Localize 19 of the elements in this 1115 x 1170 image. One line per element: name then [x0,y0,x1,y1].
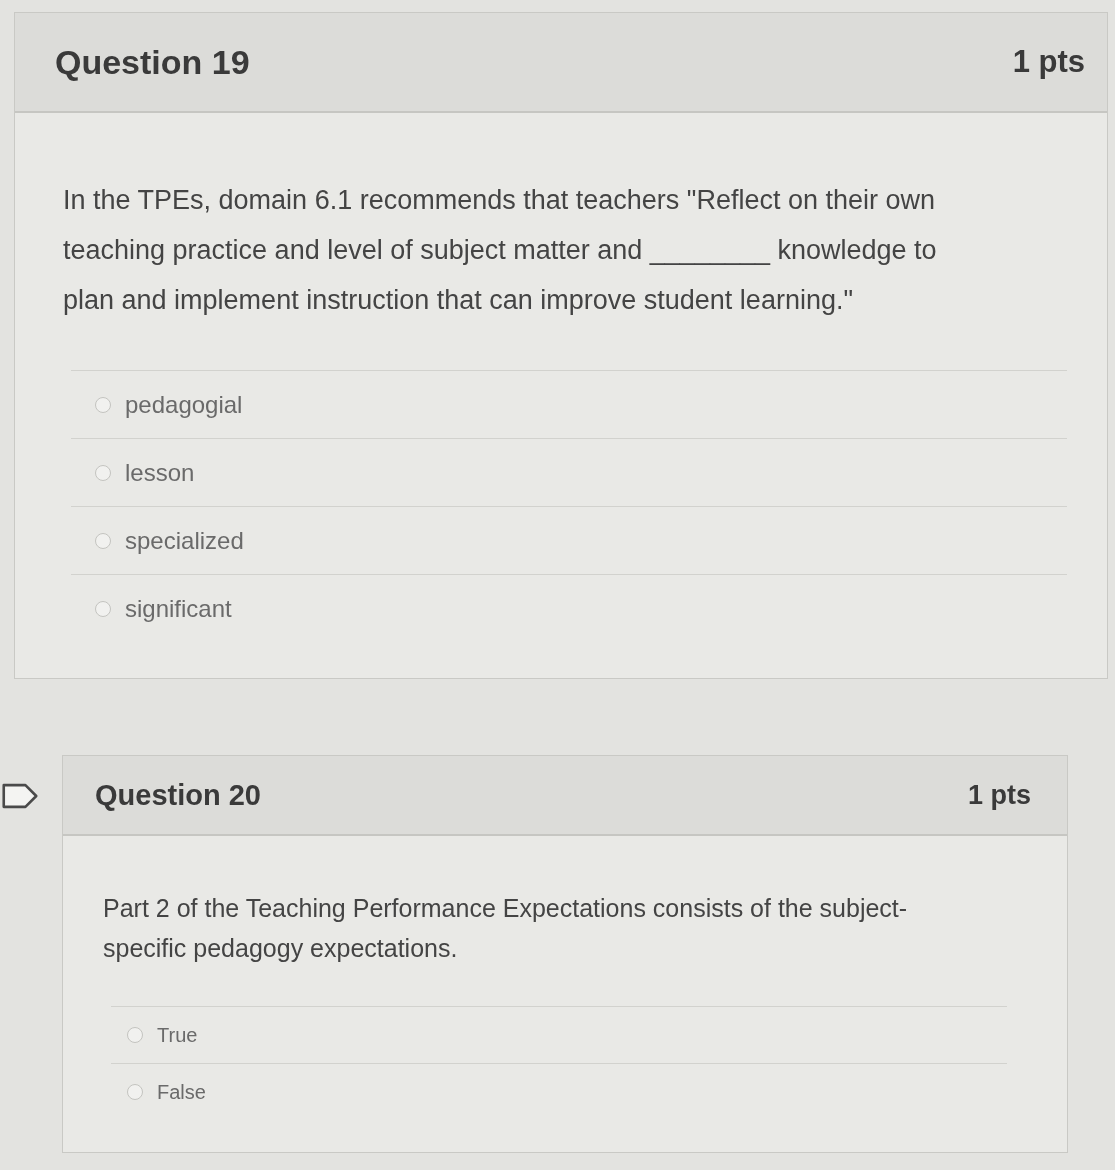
question-title: Question 20 [95,778,261,812]
radio-button[interactable] [127,1027,143,1043]
flag-icon[interactable] [0,783,40,809]
question-points: 1 pts [1012,44,1085,80]
question-text: In the TPEs, domain 6.1 recommends that teachers "Reflect on their own teaching practice and level of subject matter and ________ knowledge to plan and implement instruction that can improve student learning." [63,184,938,317]
radio-button[interactable] [95,532,111,549]
answer-label[interactable]: significant [125,594,232,623]
answer-label[interactable]: pedagogial [125,390,243,419]
answer-label[interactable]: lesson [125,458,195,487]
answer-label[interactable]: False [157,1080,206,1104]
question-text: Part 2 of the Teaching Performance Expectations consists of the subject-specific pedagogy expectations. [103,893,909,964]
question-points: 1 pts [967,779,1031,811]
answer-label[interactable]: True [157,1023,198,1047]
radio-button[interactable] [95,600,111,617]
radio-button[interactable] [127,1084,143,1100]
question-title: Question 19 [55,42,250,82]
answer-label[interactable]: specialized [125,526,244,555]
radio-button[interactable] [95,464,111,481]
radio-button[interactable] [95,396,111,413]
